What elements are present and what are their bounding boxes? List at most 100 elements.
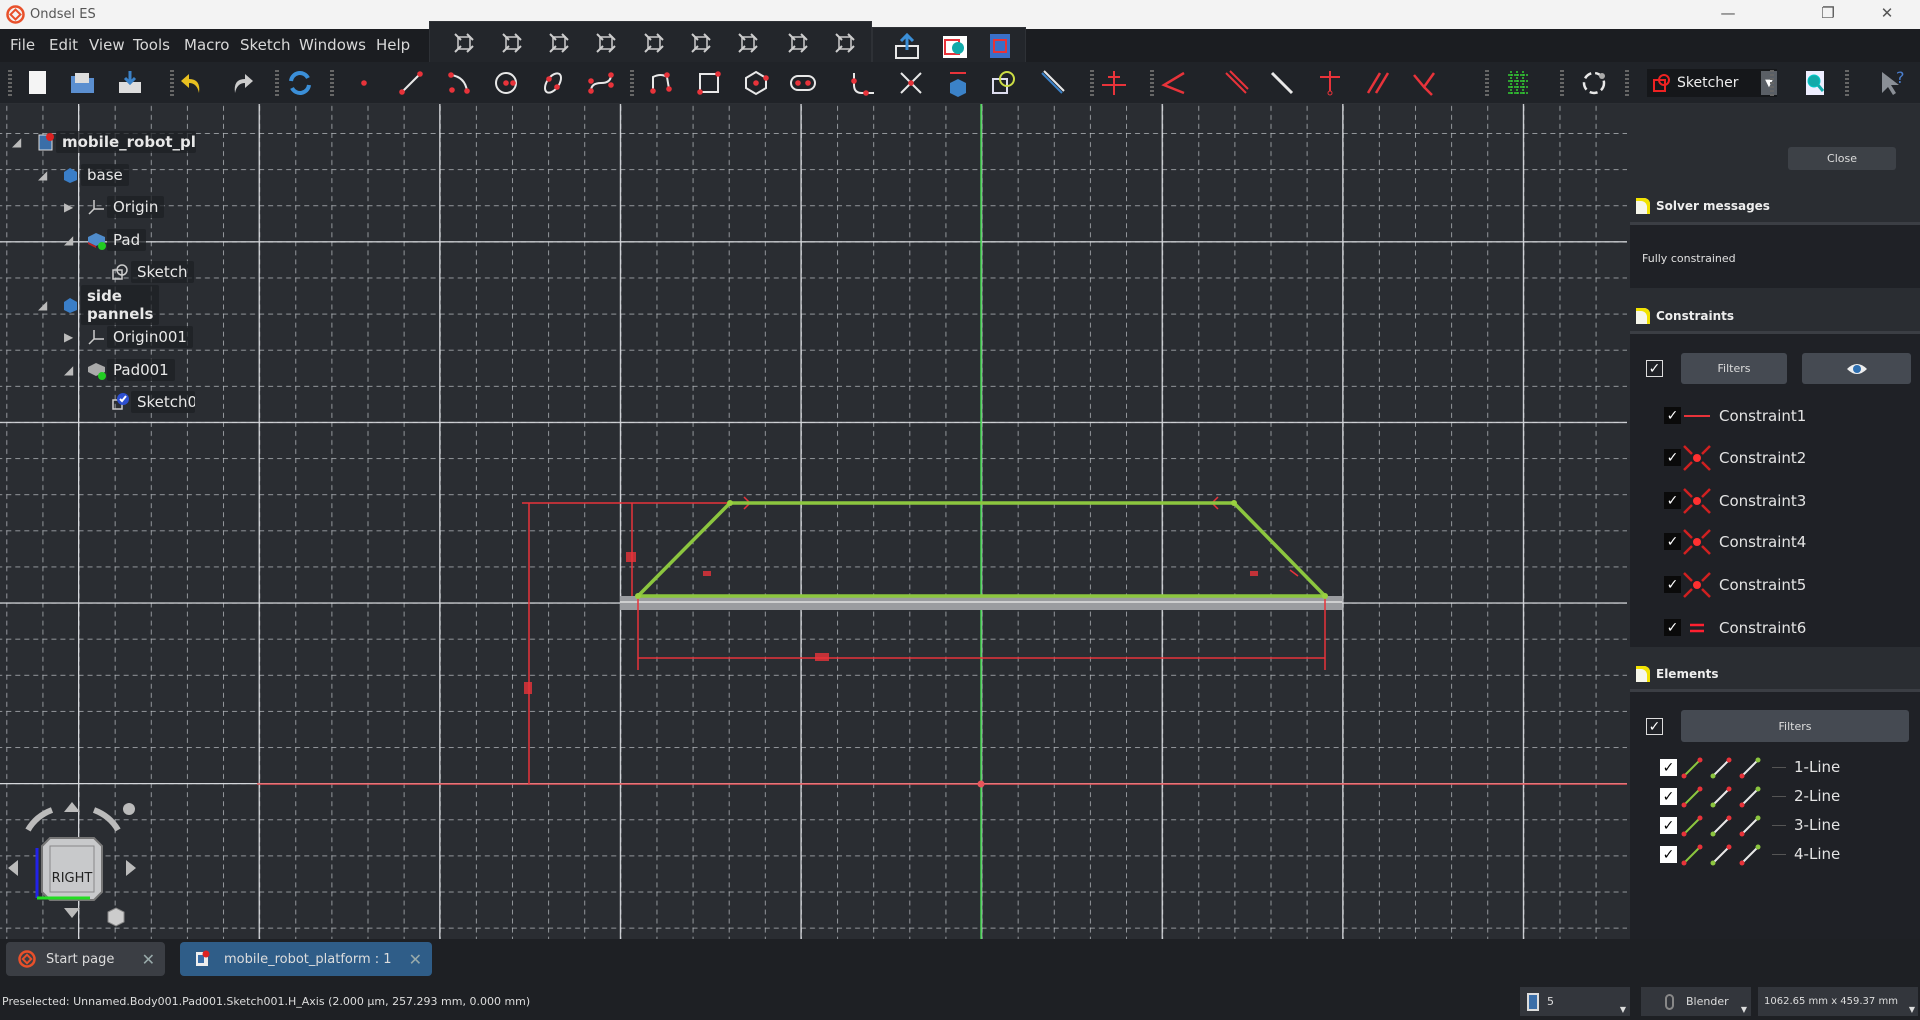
edge-icon[interactable] — [1680, 756, 1704, 780]
ellipse-icon[interactable] — [537, 67, 569, 99]
close-tab-icon[interactable]: ✕ — [142, 950, 155, 969]
workbench-selector[interactable]: Sketcher ▼ — [1647, 69, 1777, 97]
menu-view[interactable]: View — [89, 36, 125, 54]
redo-icon[interactable] — [225, 67, 257, 99]
dimension-display[interactable]: 1062.65 mm x 459.37 mm ▼ — [1758, 987, 1918, 1016]
constraints-header[interactable]: Constraints — [1636, 308, 1734, 324]
rectangular-array-icon[interactable] — [685, 27, 717, 59]
angle-constraint-icon[interactable] — [1158, 67, 1190, 99]
external-geometry-icon[interactable] — [942, 67, 974, 99]
point-icon[interactable] — [348, 67, 380, 99]
polygon-icon[interactable] — [740, 67, 772, 99]
solver-messages-header[interactable]: Solver messages — [1636, 198, 1770, 214]
collapse-icon[interactable]: ◢ — [64, 363, 73, 377]
midpoint-icon[interactable] — [1772, 767, 1786, 768]
export-icon[interactable] — [891, 30, 923, 62]
origin-point[interactable] — [977, 780, 985, 788]
edge-icon[interactable] — [1680, 785, 1704, 809]
navigation-cube[interactable]: RIGHT — [0, 780, 150, 930]
construction-mode-icon[interactable] — [1036, 67, 1068, 99]
save-icon[interactable] — [114, 67, 146, 99]
arc-icon[interactable] — [443, 67, 475, 99]
start-point-icon[interactable] — [1709, 785, 1733, 809]
tab-mobile-robot-platform[interactable]: mobile_robot_platform : 1 ✕ — [180, 942, 432, 976]
parallel-constraint-icon[interactable] — [1362, 67, 1394, 99]
perpendicular-constraint-icon[interactable] — [1408, 67, 1440, 99]
polyline-icon[interactable] — [645, 67, 677, 99]
offset-icon[interactable] — [590, 27, 622, 59]
validate-sketch-icon[interactable] — [984, 30, 1016, 62]
help-cursor-icon[interactable]: ? — [1876, 67, 1908, 99]
constraints-filters-button[interactable]: Filters — [1681, 353, 1787, 384]
restore-button[interactable]: ❐ — [1813, 4, 1843, 22]
3d-viewport[interactable]: ◢ mobile_robot_platf ◢ base ▶ Origin ◢ P… — [0, 104, 1627, 939]
end-point-icon[interactable] — [1738, 756, 1762, 780]
elements-header[interactable]: Elements — [1636, 666, 1719, 682]
show-hide-constraints-button[interactable] — [1802, 353, 1911, 384]
constraints-select-all-checkbox[interactable]: ✓ — [1646, 360, 1663, 377]
page-selector[interactable]: 5 ▼ — [1520, 987, 1630, 1016]
rectangle-icon[interactable] — [693, 67, 725, 99]
start-point-icon[interactable] — [1709, 843, 1733, 867]
line-icon[interactable] — [395, 67, 427, 99]
toolbar-grip[interactable] — [1845, 70, 1849, 96]
close-task-button[interactable]: Close — [1788, 147, 1896, 170]
symmetry-icon[interactable] — [732, 27, 764, 59]
element-visibility-checkbox[interactable]: ✓ — [1660, 846, 1677, 863]
midpoint-icon[interactable] — [1772, 854, 1786, 855]
bspline-icon[interactable] — [585, 67, 617, 99]
collapse-icon[interactable]: ◢ — [38, 298, 47, 312]
carbon-copy-toolbar-icon[interactable] — [988, 67, 1020, 99]
constraint-visibility-checkbox[interactable]: ✓ — [1664, 533, 1681, 550]
close-window-button[interactable]: ✕ — [1872, 4, 1902, 22]
elements-filters-button[interactable]: Filters — [1681, 710, 1909, 742]
collapse-icon[interactable]: ◢ — [12, 135, 21, 149]
element-visibility-checkbox[interactable]: ✓ — [1660, 788, 1677, 805]
fillet-icon[interactable] — [848, 67, 880, 99]
menu-help[interactable]: Help — [376, 36, 410, 54]
element-item[interactable]: ✓ 2-Line — [1660, 785, 1910, 809]
constraint-visibility-checkbox[interactable]: ✓ — [1664, 449, 1681, 466]
element-item[interactable]: ✓ 3-Line — [1660, 814, 1910, 838]
new-file-icon[interactable] — [21, 67, 53, 99]
end-point-icon[interactable] — [1738, 785, 1762, 809]
end-point-icon[interactable] — [1738, 814, 1762, 838]
grid-icon[interactable] — [1502, 67, 1534, 99]
toolbar-grip[interactable] — [170, 70, 174, 96]
coincident-constraint-icon[interactable] — [1098, 67, 1130, 99]
expand-icon[interactable]: ▶ — [64, 330, 73, 344]
constraint-visibility-checkbox[interactable]: ✓ — [1664, 619, 1681, 636]
toolbar-grip[interactable] — [1090, 70, 1094, 96]
vertical-distance-icon[interactable] — [1220, 67, 1252, 99]
expand-icon[interactable]: ▶ — [64, 200, 73, 214]
open-file-icon[interactable] — [67, 67, 99, 99]
menu-file[interactable]: File — [10, 36, 35, 54]
midpoint-icon[interactable] — [1772, 796, 1786, 797]
menu-windows[interactable]: Windows — [299, 36, 366, 54]
menu-sketch[interactable]: Sketch — [240, 36, 291, 54]
toolbar-grip[interactable] — [8, 70, 12, 96]
constraint-visibility-checkbox[interactable]: ✓ — [1664, 407, 1681, 424]
whats-this-icon[interactable] — [1799, 67, 1831, 99]
split-edge-icon[interactable] — [448, 27, 480, 59]
minimize-button[interactable]: — — [1713, 4, 1743, 22]
join-curves-icon[interactable] — [496, 27, 528, 59]
toolbar-grip[interactable] — [1560, 70, 1564, 96]
circle-icon[interactable] — [490, 67, 522, 99]
menu-edit[interactable]: Edit — [49, 36, 78, 54]
toolbar-grip[interactable] — [1770, 70, 1774, 96]
tab-start-page[interactable]: Start page ✕ — [6, 942, 165, 976]
clone-icon[interactable] — [782, 27, 814, 59]
collapse-icon[interactable]: ◢ — [64, 233, 73, 247]
toolbar-grip[interactable] — [1150, 70, 1154, 96]
constraint-visibility-checkbox[interactable]: ✓ — [1664, 492, 1681, 509]
snap-icon[interactable] — [1578, 67, 1610, 99]
start-point-icon[interactable] — [1709, 756, 1733, 780]
toolbar-grip[interactable] — [1485, 70, 1489, 96]
menu-tools[interactable]: Tools — [133, 36, 170, 54]
close-tab-icon[interactable]: ✕ — [409, 950, 422, 969]
trim-icon[interactable] — [895, 67, 927, 99]
toolbar-grip[interactable] — [275, 70, 279, 96]
toolbar-grip[interactable] — [1625, 70, 1629, 96]
refresh-icon[interactable] — [284, 67, 316, 99]
